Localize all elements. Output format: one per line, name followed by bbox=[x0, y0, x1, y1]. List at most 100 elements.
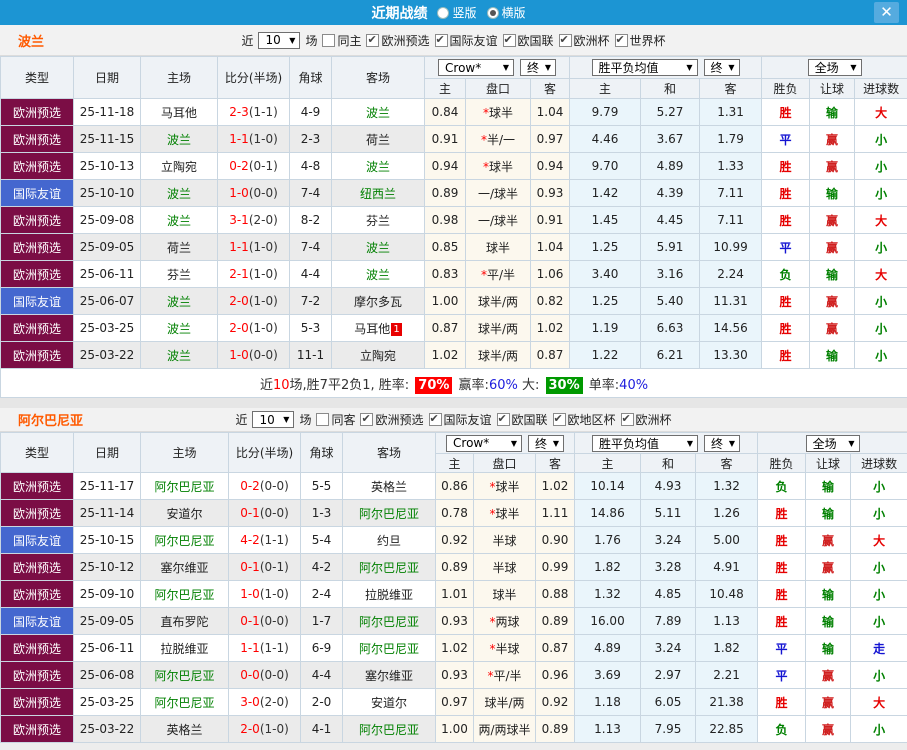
result-handicap: 输 bbox=[805, 580, 852, 608]
radio-selected-icon[interactable] bbox=[486, 6, 499, 19]
corner-score: 4-2 bbox=[300, 553, 343, 581]
handicap: *球半 bbox=[465, 152, 531, 180]
chevron-down-icon: ▼ bbox=[544, 63, 552, 72]
competition-filter[interactable]: 欧洲预选 bbox=[360, 411, 424, 428]
same-venue-checkbox[interactable] bbox=[322, 33, 336, 47]
result-goals: 小 bbox=[850, 661, 907, 689]
handicap: *两球 bbox=[473, 607, 536, 635]
match-date: 25-10-12 bbox=[73, 553, 141, 581]
result-handicap: 输 bbox=[805, 634, 852, 662]
odds-provider-header: Crow* ▼ 终 ▼ bbox=[423, 56, 571, 79]
avg-away: 2.24 bbox=[699, 260, 763, 288]
avg-draw: 5.11 bbox=[640, 499, 697, 527]
match-date: 25-10-15 bbox=[73, 526, 141, 554]
avg-draw: 3.16 bbox=[640, 260, 701, 288]
match-score: 2-0(1-0) bbox=[217, 314, 290, 342]
recent-count-select[interactable]: 10 ▼ bbox=[252, 411, 295, 428]
odds-provider-select[interactable]: Crow* ▼ bbox=[438, 59, 515, 76]
corner-score: 4-4 bbox=[289, 260, 332, 288]
match-row: 国际友谊 25-06-07 波兰 2-0(1-0) 7-2 摩尔多瓦 1.00 球半/两 0.8… bbox=[0, 287, 907, 315]
handicap: 一/球半 bbox=[465, 179, 531, 207]
big-rate-badge: 30% bbox=[545, 376, 583, 394]
checkbox-icon[interactable] bbox=[496, 412, 510, 426]
match-type: 欧洲预选 bbox=[0, 341, 74, 369]
competition-label: 欧国联 bbox=[517, 33, 554, 48]
match-score: 1-0(1-0) bbox=[228, 580, 301, 608]
checkbox-icon[interactable] bbox=[428, 412, 442, 426]
competition-filter[interactable]: 国际友谊 bbox=[428, 411, 492, 428]
recent-count-select[interactable]: 10 ▼ bbox=[258, 31, 301, 49]
home-team: 波兰 bbox=[140, 179, 218, 207]
competition-filter[interactable]: 欧国联 bbox=[496, 411, 548, 428]
competition-filter[interactable]: 世界杯 bbox=[614, 32, 666, 49]
odds-provider-select[interactable]: Crow* ▼ bbox=[446, 434, 523, 452]
result-goals: 小 bbox=[854, 341, 907, 369]
avg-draw: 7.95 bbox=[640, 715, 697, 743]
corner-score: 7-4 bbox=[289, 179, 332, 207]
match-row: 欧洲预选 25-03-22 波兰 1-0(0-0) 11-1 立陶宛 1.02 球半/两 0.8… bbox=[0, 341, 907, 369]
avg-draw: 4.85 bbox=[640, 580, 697, 608]
wdl-time-select[interactable]: 终 ▼ bbox=[704, 434, 741, 452]
result-wdl: 负 bbox=[757, 715, 807, 743]
checkbox-icon[interactable] bbox=[360, 412, 374, 426]
match-type: 欧洲预选 bbox=[0, 125, 74, 153]
match-type: 欧洲预选 bbox=[0, 661, 74, 689]
odds-home: 0.89 bbox=[424, 179, 466, 207]
same-venue-filter[interactable]: 同客 bbox=[316, 411, 355, 428]
competition-filter[interactable]: 欧地区杯 bbox=[552, 411, 616, 428]
checkbox-icon[interactable] bbox=[366, 33, 380, 47]
radio-unselected-icon[interactable] bbox=[437, 6, 450, 19]
layout-radio-vertical[interactable]: 竖版 bbox=[437, 4, 477, 21]
full-match-header: 全场 ▼ bbox=[757, 432, 907, 454]
checkbox-icon[interactable] bbox=[434, 33, 448, 47]
avg-home: 1.45 bbox=[569, 206, 642, 234]
avg-draw: 7.89 bbox=[640, 607, 697, 635]
away-team: 阿尔巴尼亚 bbox=[342, 715, 436, 743]
wdl-avg-select[interactable]: 胜平负均值 ▼ bbox=[592, 434, 699, 452]
competition-label: 世界杯 bbox=[629, 33, 666, 48]
avg-away: 22.85 bbox=[695, 715, 759, 743]
odds-home: 0.86 bbox=[435, 472, 474, 500]
checkbox-icon[interactable] bbox=[552, 412, 566, 426]
competition-filter[interactable]: 欧洲预选 bbox=[366, 32, 430, 49]
match-date: 25-03-25 bbox=[73, 688, 141, 716]
avg-away: 7.11 bbox=[699, 206, 763, 234]
close-button[interactable]: ✕ bbox=[874, 2, 899, 23]
odds-away: 0.89 bbox=[534, 607, 576, 635]
checkbox-icon[interactable] bbox=[502, 33, 516, 47]
competition-filter[interactable]: 欧洲杯 bbox=[558, 32, 610, 49]
wdl-time-select[interactable]: 终 ▼ bbox=[703, 59, 740, 76]
competition-filter[interactable]: 国际友谊 bbox=[434, 32, 498, 49]
match-row: 欧洲预选 25-11-17 阿尔巴尼亚 0-2(0-0) 5-5 英格兰 0.86 *球半 1.… bbox=[0, 472, 907, 500]
handicap: 球半 bbox=[465, 233, 531, 261]
odds-home: 0.89 bbox=[435, 553, 474, 581]
same-venue-checkbox[interactable] bbox=[316, 413, 330, 426]
wdl-avg-select[interactable]: 胜平负均值 ▼ bbox=[591, 59, 698, 76]
team-section-poland: 波兰 近 10▼ 场 同主 欧洲预选国际友谊欧国联欧洲杯世界杯 类型 日期 主场… bbox=[0, 25, 907, 398]
match-type: 欧洲预选 bbox=[0, 260, 74, 288]
checkbox-icon[interactable] bbox=[620, 412, 634, 426]
full-match-select[interactable]: 全场 ▼ bbox=[805, 434, 860, 452]
odds-time-select[interactable]: 终 ▼ bbox=[520, 59, 557, 76]
odds-home: 1.01 bbox=[435, 580, 474, 608]
avg-draw: 3.24 bbox=[640, 526, 697, 554]
match-score: 1-0(0-0) bbox=[217, 341, 290, 369]
result-handicap: 赢 bbox=[805, 526, 852, 554]
match-type: 国际友谊 bbox=[0, 179, 74, 207]
home-team: 波兰 bbox=[140, 314, 218, 342]
full-match-select[interactable]: 全场 ▼ bbox=[807, 59, 862, 76]
same-venue-filter[interactable]: 同主 bbox=[322, 32, 361, 49]
odds-home: 1.02 bbox=[424, 341, 466, 369]
competition-filter[interactable]: 欧洲杯 bbox=[620, 411, 672, 428]
home-team: 芬兰 bbox=[140, 260, 218, 288]
match-date: 25-06-11 bbox=[73, 634, 141, 662]
competition-label: 欧国联 bbox=[511, 413, 548, 427]
layout-radio-horizontal[interactable]: 横版 bbox=[486, 4, 526, 21]
competition-filter[interactable]: 欧国联 bbox=[502, 32, 554, 49]
avg-away: 1.31 bbox=[699, 98, 763, 126]
section-divider bbox=[0, 398, 907, 408]
checkbox-icon[interactable] bbox=[614, 33, 628, 47]
checkbox-icon[interactable] bbox=[558, 33, 572, 47]
match-date: 25-03-22 bbox=[73, 715, 141, 743]
odds-time-select[interactable]: 终 ▼ bbox=[528, 434, 565, 452]
